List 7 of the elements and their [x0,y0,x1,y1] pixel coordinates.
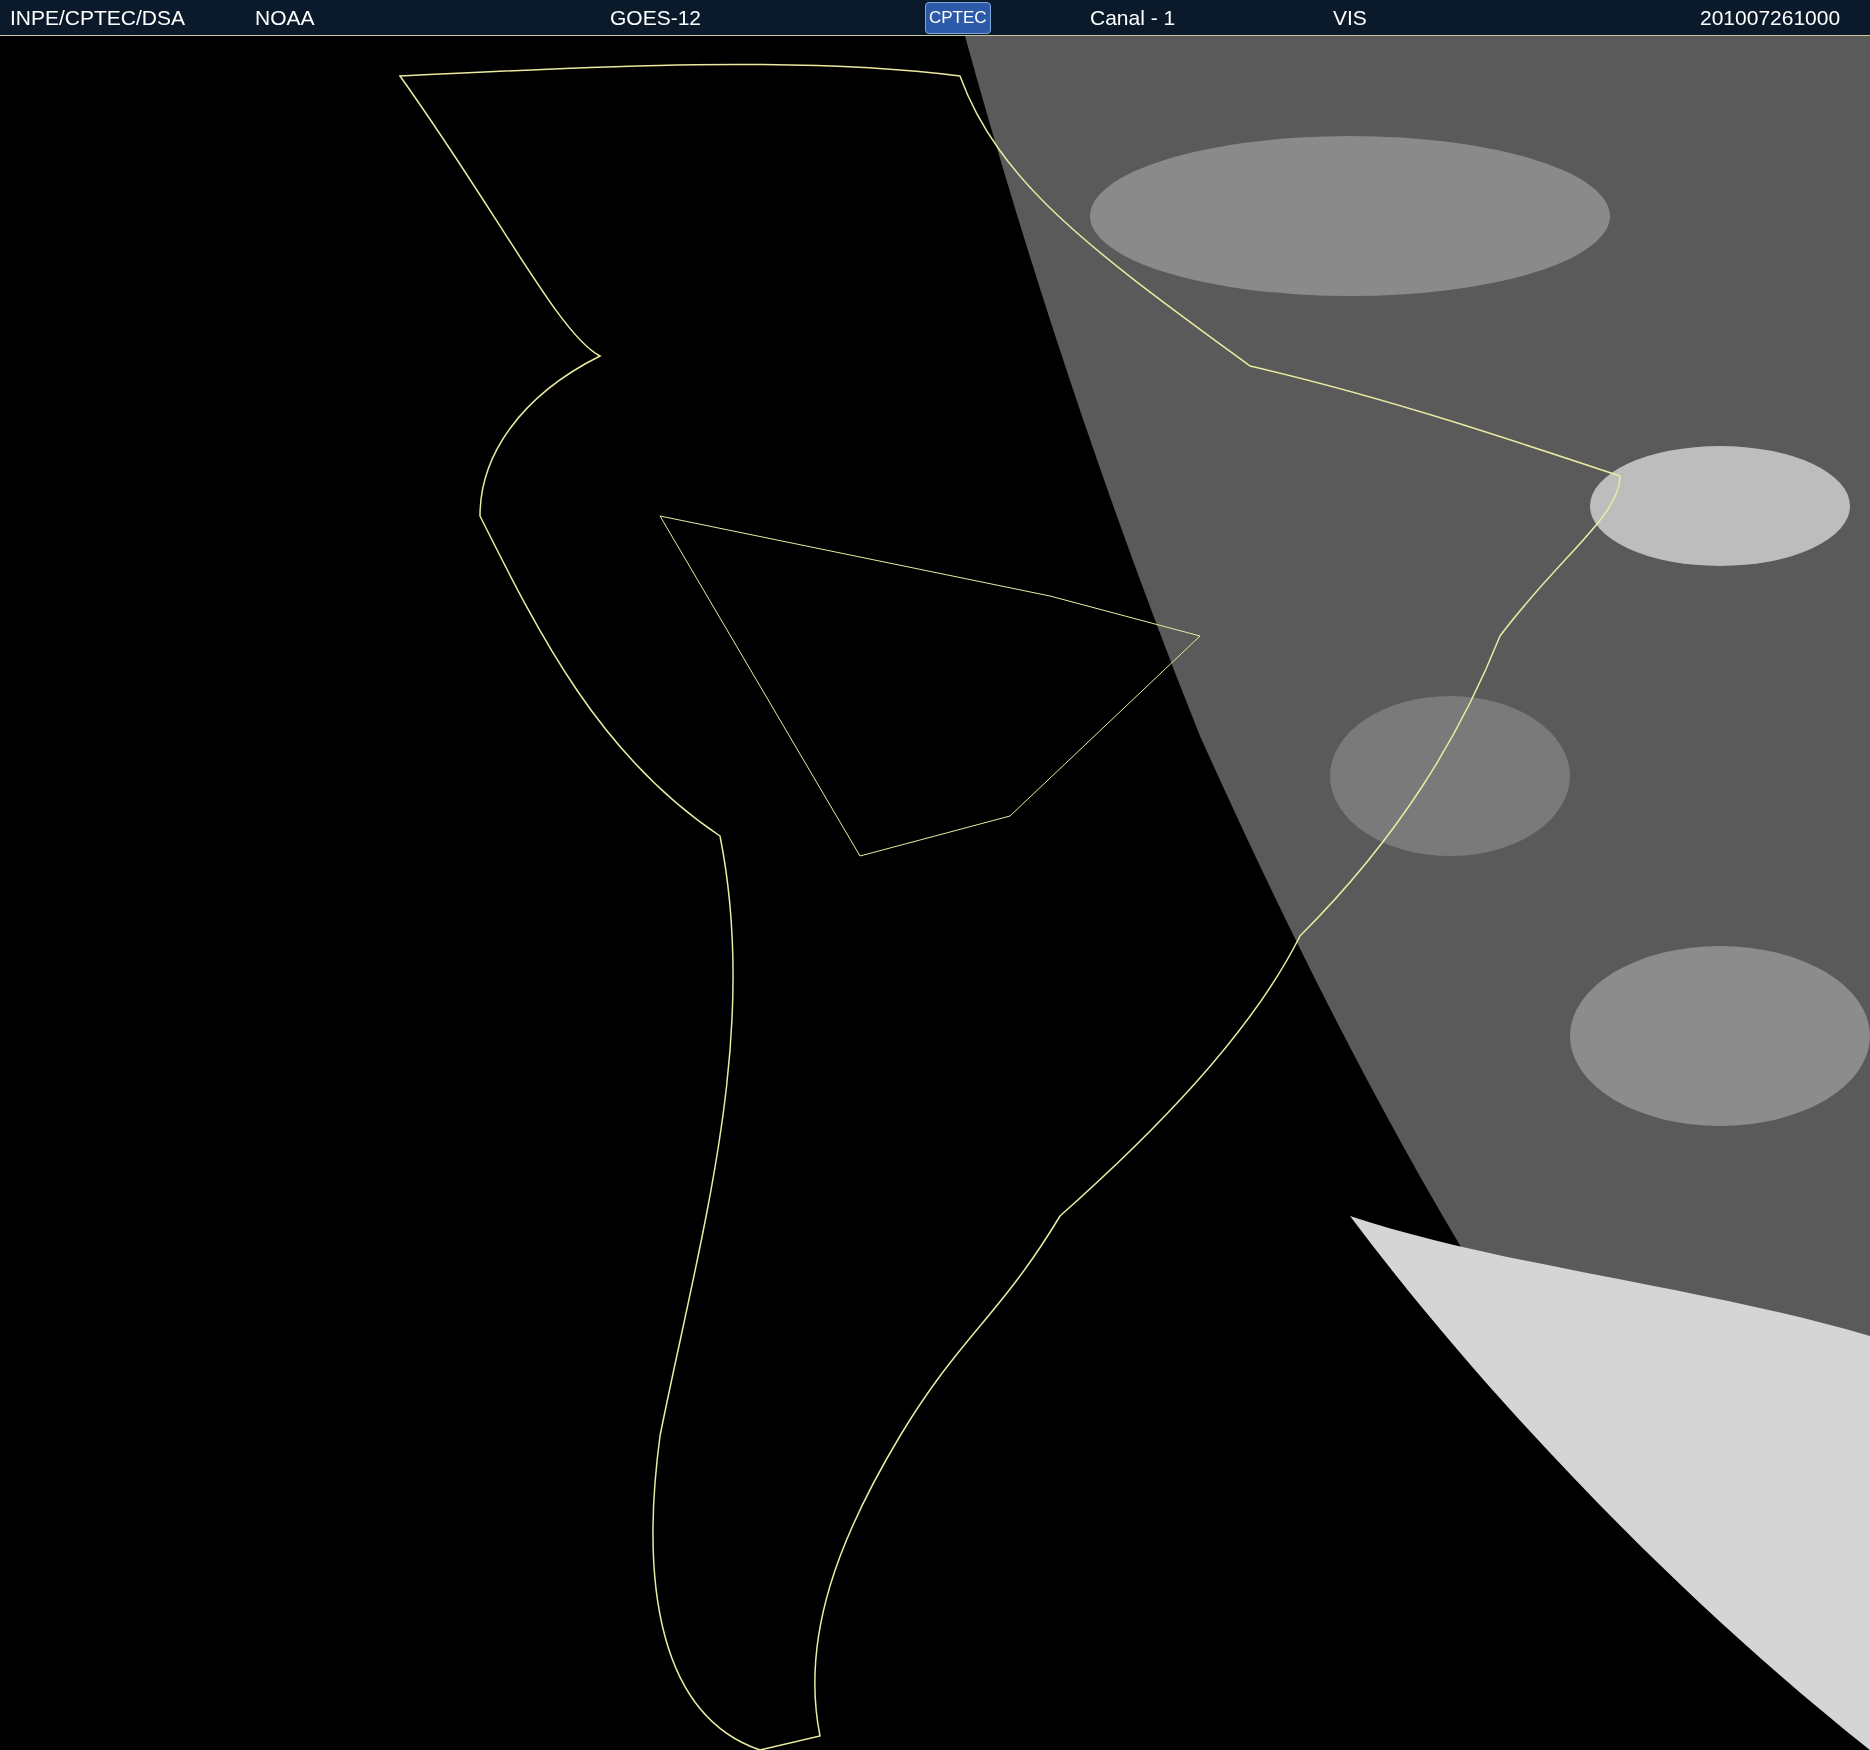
header-label: NOAA [255,4,315,31]
header-label: 201007261000 [1700,4,1841,31]
logo: CPTEC [925,1,991,34]
header-label: GOES-12 [610,4,702,31]
header-label: Canal - 1 [1090,4,1176,31]
header-label: INPE/CPTEC/DSA [10,4,186,31]
header-label: VIS [1333,4,1367,31]
